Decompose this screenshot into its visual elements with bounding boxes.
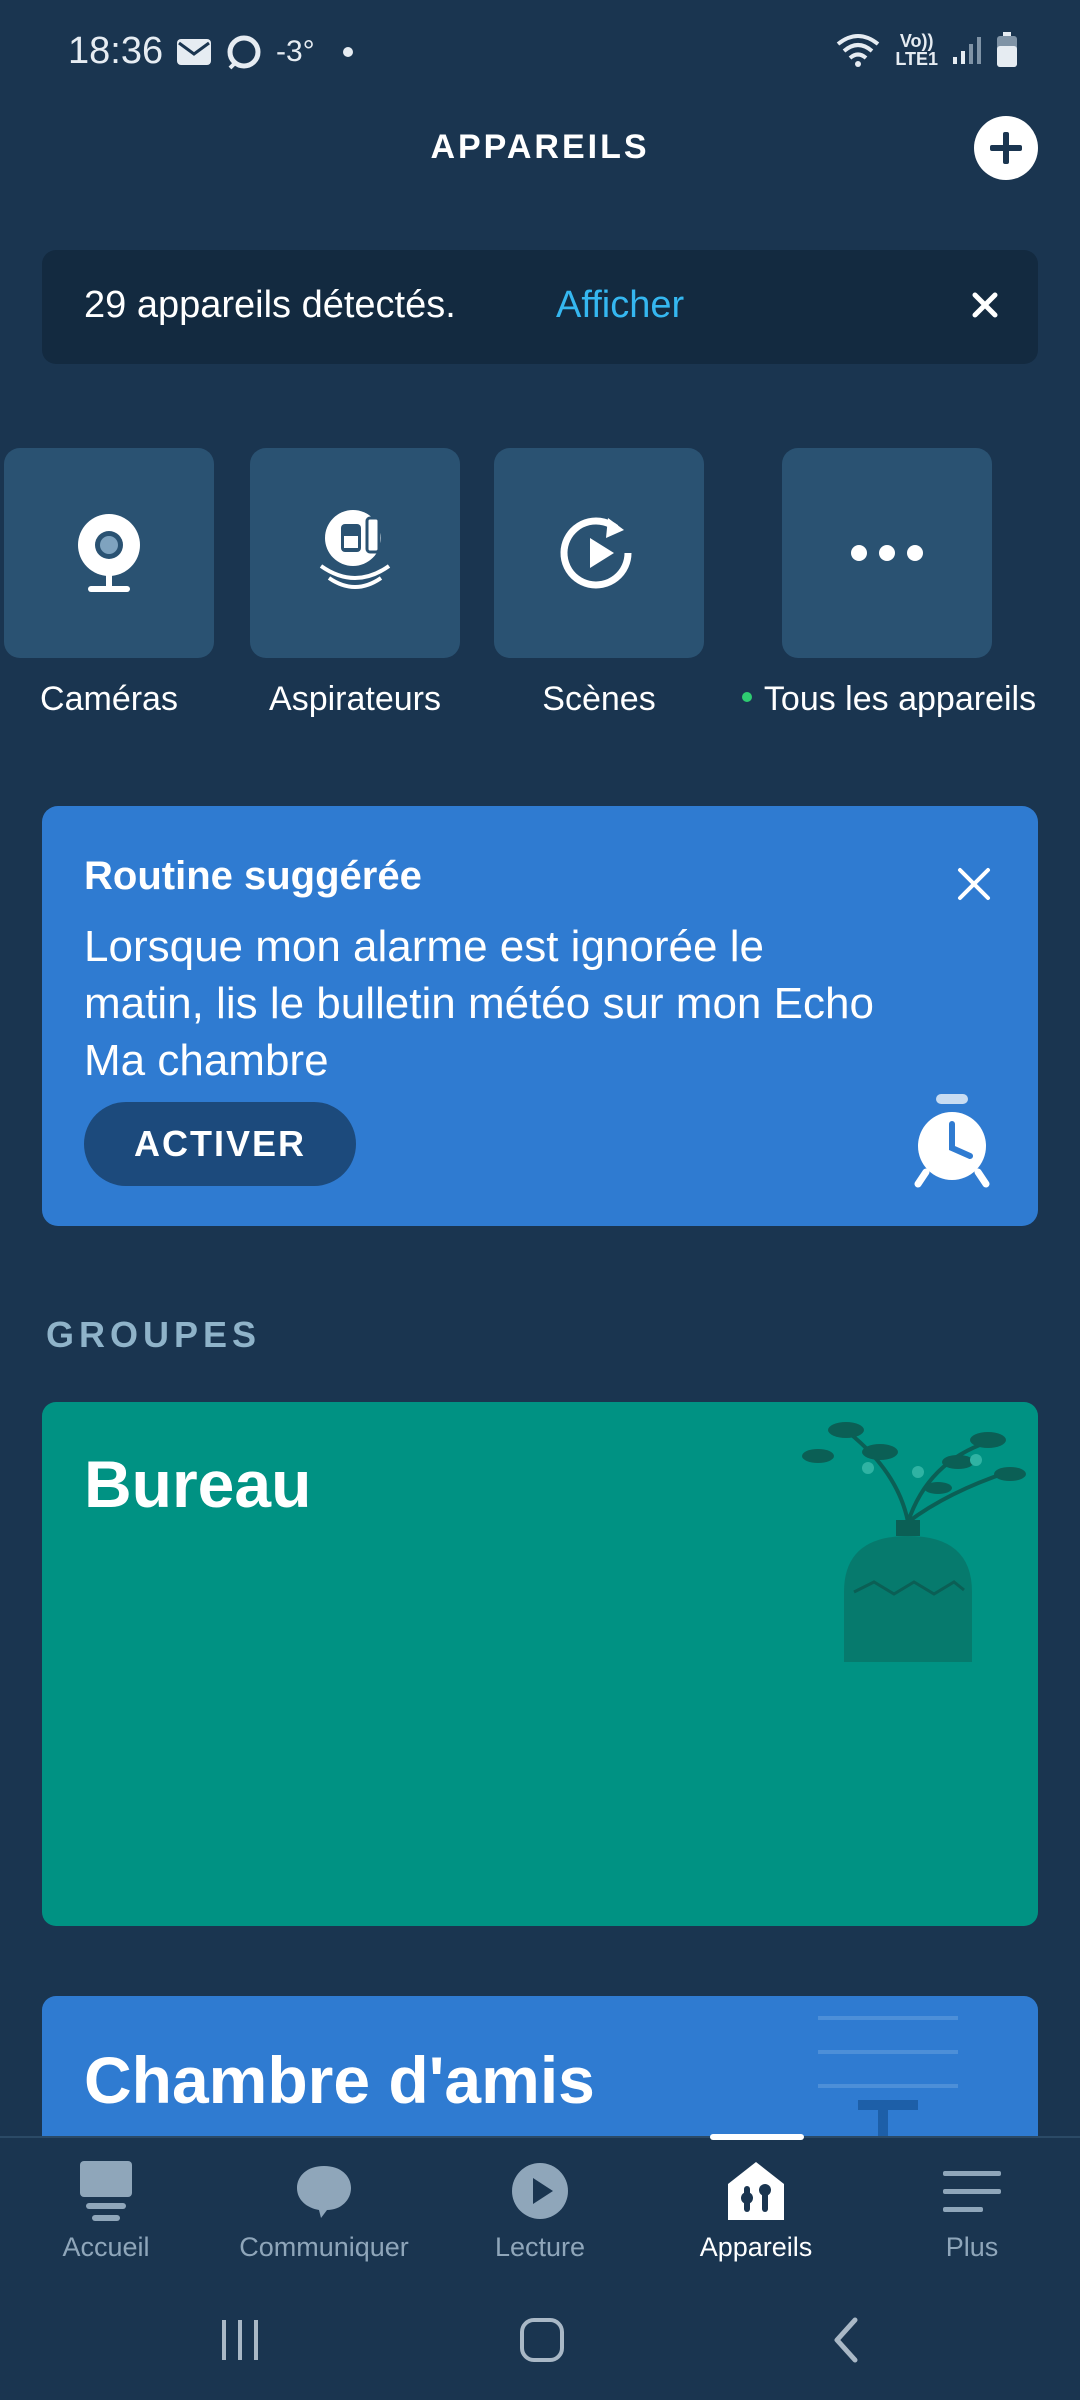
group-card-chambre-amis[interactable]: Chambre d'amis [42,1996,1038,2136]
mail-icon [177,39,211,65]
close-icon [958,868,990,900]
category-all-devices-text: Tous les appareils [763,680,1037,718]
battery-icon [997,32,1017,67]
bed-illustration [818,2016,958,2136]
home-system-button[interactable] [512,2310,572,2370]
active-tab-indicator [710,2134,804,2140]
new-indicator-dot [741,692,752,703]
devices-detected-banner: 29 appareils détectés. Afficher [42,250,1038,364]
devices-icon [728,2162,784,2220]
category-vacuums-label: Aspirateurs [269,680,441,718]
group-card-bureau[interactable]: Bureau [42,1402,1038,1926]
nav-communicate-label: Communiquer [239,2232,409,2262]
nav-more-label: Plus [945,2232,999,2262]
vacuum-icon [319,510,391,589]
routine-close-button[interactable] [952,862,996,906]
more-dots-icon [851,545,923,561]
alexa-ring-icon [227,35,261,70]
groups-heading: GROUPES [46,1314,262,1355]
category-cameras-label: Caméras [40,680,178,718]
nav-play[interactable]: Lecture [450,2156,630,2263]
status-system-icons: Vo)) LTE1 [835,32,1018,68]
menu-icon [943,2171,1001,2212]
status-time: 18:36 [68,30,164,72]
routine-title: Routine suggérée [84,854,422,898]
page-title: APPAREILS [430,128,650,166]
activate-routine-button[interactable]: ACTIVER [84,1102,356,1186]
home-icon [80,2161,132,2221]
category-scenes-label: Scènes [542,680,656,718]
network-volte-label: Vo)) [899,31,934,51]
nav-home-label: Accueil [62,2232,150,2262]
recent-apps-button[interactable] [210,2310,270,2370]
play-icon [512,2163,568,2219]
add-device-button[interactable] [974,116,1038,180]
category-all-devices-label: Tous les appareils [736,680,1042,719]
routine-description: Lorsque mon alarme est ignorée le matin,… [84,922,874,1085]
close-icon [972,292,998,318]
category-scenes-tile[interactable] [494,448,704,658]
devices-detected-text: 29 appareils détectés. [84,284,456,326]
chat-bubble-icon [297,2166,351,2218]
suggested-routine-card: Routine suggérée Lorsque mon alarme est … [42,806,1038,1226]
recent-apps-icon [222,2320,258,2360]
signal-icon [953,37,981,64]
nav-home[interactable]: Accueil [16,2156,196,2263]
group-name-bureau: Bureau [84,1447,312,1521]
nav-communicate[interactable]: Communiquer [234,2156,414,2263]
nav-play-label: Lecture [494,2232,586,2262]
plant-vase-illustration [802,1422,1026,1662]
group-name-chambre-amis: Chambre d'amis [84,2043,595,2117]
network-type: Vo)) LTE1 [895,32,938,68]
status-dot-icon [342,47,353,57]
banner-close-button[interactable] [960,280,1010,330]
show-devices-link[interactable]: Afficher [556,284,684,327]
bottom-navigation: Accueil Communiquer Lecture Appareils Pl… [0,2134,1080,2276]
system-navigation-bar [0,2276,1080,2400]
back-button[interactable] [816,2310,876,2370]
status-notification-icons: -3° [176,34,353,70]
scene-play-icon [560,517,632,589]
nav-devices[interactable]: Appareils [666,2156,846,2263]
plus-icon [990,132,1022,164]
back-chevron-icon [834,2317,858,2363]
network-lte-label: LTE1 [895,49,938,69]
home-square-icon [520,2318,564,2362]
status-bar: 18:36 -3° Vo)) LTE1 [0,0,1080,110]
nav-devices-label: Appareils [699,2232,813,2262]
nav-more[interactable]: Plus [882,2156,1062,2263]
category-all-devices-tile[interactable] [782,448,992,658]
wifi-icon [837,34,880,67]
category-vacuums-tile[interactable] [250,448,460,658]
category-cameras-tile[interactable] [4,448,214,658]
status-temperature: -3° [276,35,315,68]
alarm-clock-icon [914,1094,990,1188]
camera-icon [78,514,140,592]
